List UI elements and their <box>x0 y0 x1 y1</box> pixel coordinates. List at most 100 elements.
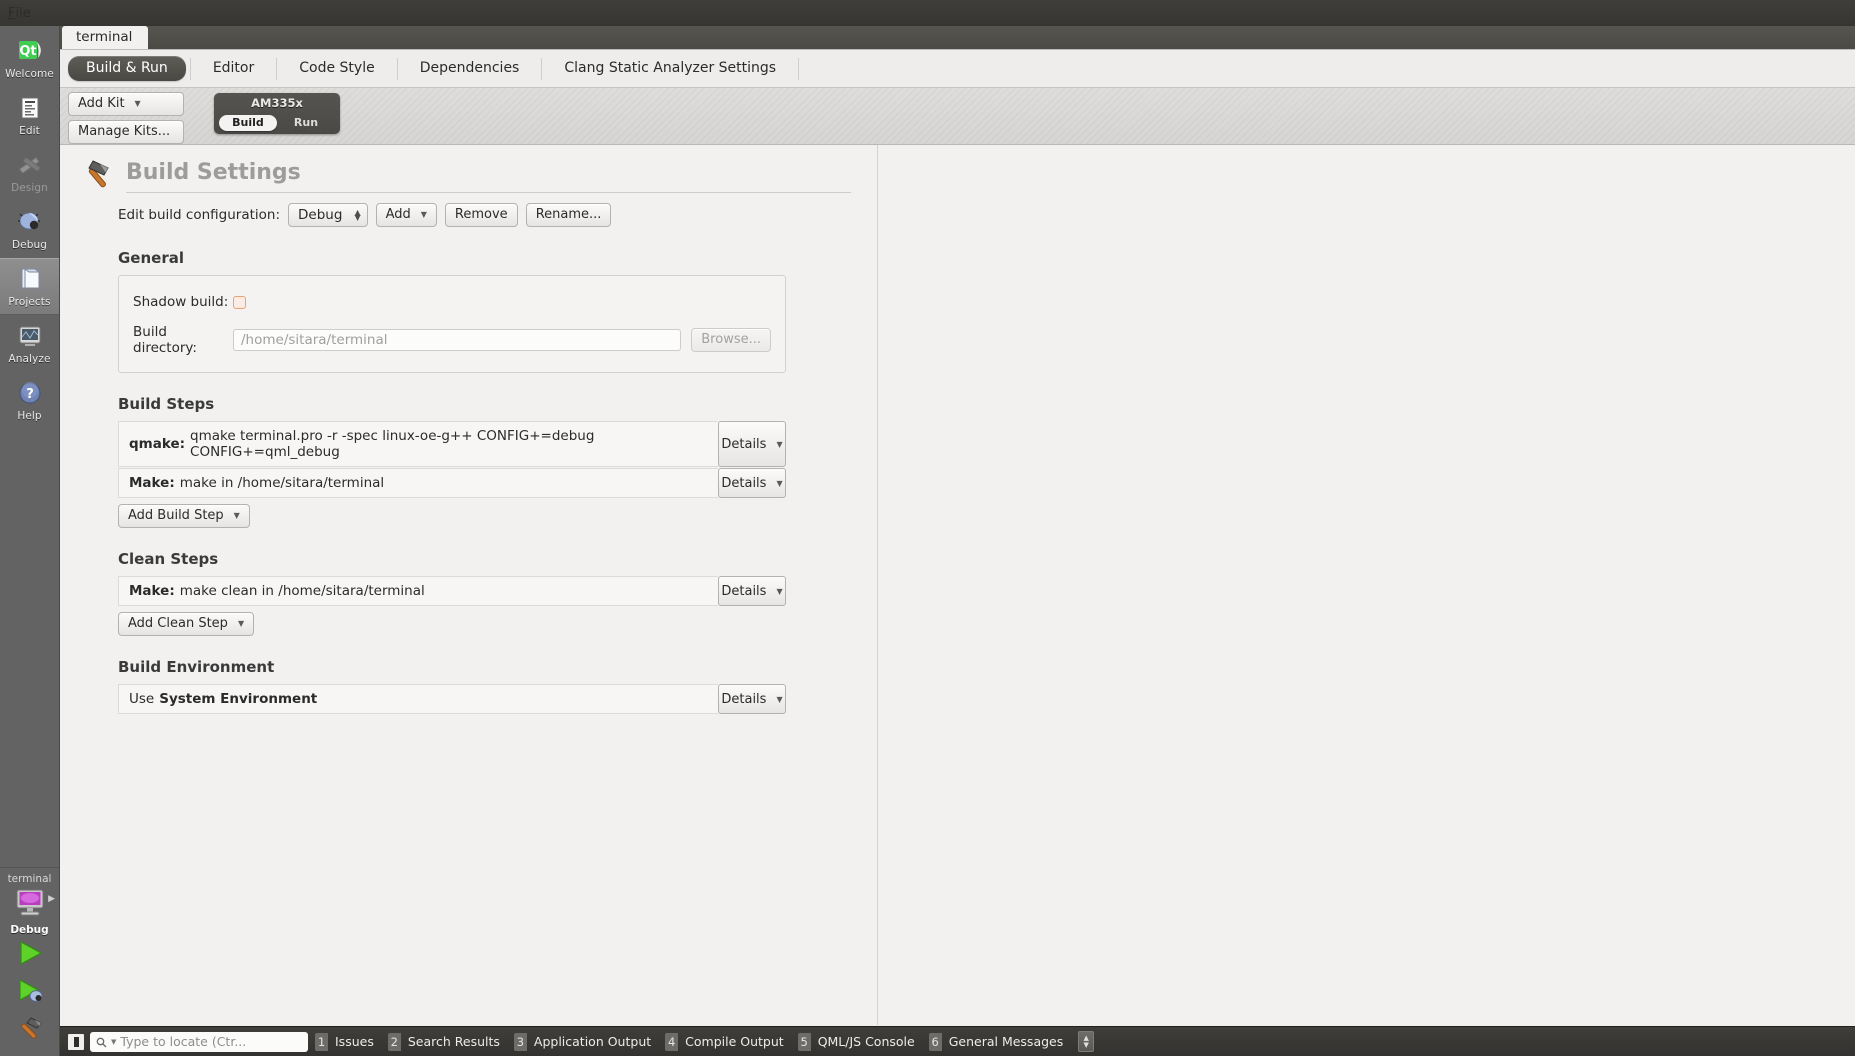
build-step-qmake-details-button[interactable]: Details ▼ <box>718 421 786 467</box>
tab-separator <box>276 57 278 80</box>
tab-separator <box>541 57 543 80</box>
add-build-step-wrapper: Add Build Step ▼ <box>118 504 877 528</box>
oscilloscope-icon <box>17 322 43 350</box>
build-step-qmake-command: qmake terminal.pro -r -spec linux-oe-g++… <box>190 428 595 460</box>
build-step-make-details-button[interactable]: Details ▼ <box>718 468 786 498</box>
build-step-qmake[interactable]: qmake: qmake terminal.pro -r -spec linux… <box>118 421 718 467</box>
manage-kits-label: Manage Kits... <box>78 124 171 139</box>
add-clean-step-button[interactable]: Add Clean Step ▼ <box>118 612 255 636</box>
debug-button[interactable] <box>0 974 59 1012</box>
remove-configuration-button[interactable]: Remove <box>444 203 518 227</box>
build-environment-section-title: Build Environment <box>118 658 275 676</box>
tab-clang-static-analyzer-settings[interactable]: Clang Static Analyzer Settings <box>546 56 794 81</box>
output-pane-general-messages[interactable]: 6 General Messages <box>928 1032 1071 1052</box>
build-button[interactable] <box>0 1012 59 1050</box>
pane-number: 2 <box>387 1032 401 1051</box>
add-build-step-label: Add Build Step <box>128 508 224 523</box>
browse-button[interactable]: Browse... <box>691 328 771 352</box>
kit-buttons: Add Kit ▼ Manage Kits... <box>60 88 184 144</box>
shadow-build-checkbox[interactable] <box>233 295 246 309</box>
project-tab-terminal[interactable]: terminal <box>62 26 149 49</box>
sidebar-item-edit[interactable]: Edit <box>0 87 59 144</box>
add-kit-button[interactable]: Add Kit ▼ <box>68 92 184 116</box>
chevron-down-icon: ▼ <box>134 99 141 108</box>
build-step-make-name: Make: <box>129 475 175 491</box>
kit-segment-row: Build Run <box>219 115 335 131</box>
kit-name: AM335x <box>251 96 303 110</box>
svg-text:Qt: Qt <box>19 44 36 59</box>
pane-label: Issues <box>335 1034 374 1049</box>
add-build-step-button[interactable]: Add Build Step ▼ <box>118 504 250 528</box>
kit-segment-build[interactable]: Build <box>219 115 277 131</box>
toggle-sidebar-icon[interactable] <box>68 1033 84 1050</box>
status-bar: ▼ Type to locate (Ctr... 1 Issues 2 Sear… <box>60 1026 1855 1056</box>
add-configuration-button[interactable]: Add ▼ <box>375 203 437 227</box>
sidebar-item-design[interactable]: Design <box>0 144 59 201</box>
sidebar-item-help[interactable]: ? Help <box>0 372 59 429</box>
build-step-make[interactable]: Make: make in /home/sitara/terminal <box>118 468 718 498</box>
output-pane-issues[interactable]: 1 Issues <box>315 1032 381 1052</box>
main-area: terminal Build & Run Editor Code Style D… <box>60 26 1855 1026</box>
build-environment-row: Use System Environment Details ▼ <box>118 684 786 714</box>
details-label: Details <box>721 583 767 599</box>
general-groupbox: Shadow build: Build directory: /home/sit… <box>118 275 786 373</box>
folder-icon <box>17 265 43 293</box>
tab-editor[interactable]: Editor <box>195 56 272 81</box>
tab-dependencies[interactable]: Dependencies <box>402 56 538 81</box>
clean-step-make-details-button[interactable]: Details ▼ <box>718 576 786 606</box>
clean-steps-list: Make: make clean in /home/sitara/termina… <box>118 576 786 606</box>
rename-configuration-button[interactable]: Rename... <box>525 203 612 227</box>
sidebar-item-projects[interactable]: Projects <box>0 258 59 315</box>
output-pane-search-results[interactable]: 2 Search Results <box>387 1032 507 1052</box>
output-pane-qml-js-console[interactable]: 5 QML/JS Console <box>797 1032 922 1052</box>
run-button[interactable] <box>0 936 59 974</box>
manage-kits-button[interactable]: Manage Kits... <box>68 120 184 144</box>
build-environment-summary[interactable]: Use System Environment <box>118 684 718 714</box>
chevron-right-icon: ▶ <box>48 894 55 904</box>
search-icon <box>96 1036 107 1048</box>
project-settings-tabs: Build & Run Editor Code Style Dependenci… <box>60 50 1855 88</box>
kit-bar: Add Kit ▼ Manage Kits... AM335x Build Ru… <box>60 88 1855 145</box>
kit-run-selector[interactable]: terminal ▶ Debug <box>0 868 59 936</box>
build-directory-input[interactable]: /home/sitara/terminal <box>233 329 682 351</box>
build-environment-prefix: Use <box>129 691 155 707</box>
tab-separator <box>798 57 800 80</box>
spinner-arrows-icon: ▲ ▼ <box>354 208 361 222</box>
pane-label: Compile Output <box>685 1034 784 1049</box>
output-pane-compile-output[interactable]: 4 Compile Output <box>665 1032 791 1052</box>
chevron-down-icon: ▼ <box>237 619 245 628</box>
sidebar-item-debug[interactable]: Debug <box>0 201 59 258</box>
edit-build-configuration-row: Edit build configuration: Debug ▲ ▼ Add ▼… <box>60 193 877 227</box>
output-pane-application-output[interactable]: 3 Application Output <box>513 1032 658 1052</box>
add-configuration-label: Add <box>385 207 411 222</box>
build-configuration-select[interactable]: Debug ▲ ▼ <box>288 203 368 227</box>
chevron-down-icon: ▼ <box>420 210 427 219</box>
clean-step-make-name: Make: <box>129 583 175 599</box>
kit-segment-run[interactable]: Run <box>277 115 335 131</box>
clean-step-row: Make: make clean in /home/sitara/termina… <box>118 576 786 606</box>
tab-code-style[interactable]: Code Style <box>281 56 392 81</box>
kit-card-am335x[interactable]: AM335x Build Run <box>214 93 340 134</box>
edit-build-configuration-label: Edit build configuration: <box>118 207 281 223</box>
sidebar-item-welcome[interactable]: Qt Welcome <box>0 30 59 87</box>
sidebar-item-analyze[interactable]: Analyze <box>0 315 59 372</box>
monitor-icon <box>13 888 47 922</box>
details-label: Details <box>721 436 767 452</box>
sidebar-label-debug: Debug <box>11 239 48 251</box>
chevron-down-icon: ▼ <box>1083 1040 1089 1049</box>
output-pane-spinner[interactable]: ▲ ▼ <box>1078 1031 1095 1052</box>
sidebar-label-design: Design <box>11 182 48 194</box>
locator-input[interactable]: ▼ Type to locate (Ctr... <box>90 1031 308 1052</box>
svg-text:?: ? <box>26 387 34 402</box>
clean-step-make[interactable]: Make: make clean in /home/sitara/termina… <box>118 576 718 606</box>
add-clean-step-wrapper: Add Clean Step ▼ <box>118 612 877 636</box>
tab-build-and-run[interactable]: Build & Run <box>68 56 186 81</box>
build-step-make-command: make in /home/sitara/terminal <box>179 475 385 491</box>
build-environment-list: Use System Environment Details ▼ <box>118 684 786 714</box>
build-steps-list: qmake: qmake terminal.pro -r -spec linux… <box>118 421 786 498</box>
tab-separator <box>396 57 398 80</box>
build-environment-details-button[interactable]: Details ▼ <box>718 684 786 714</box>
build-settings-pane: Build Settings Edit build configuration:… <box>60 145 878 1025</box>
build-directory-label: Build directory: <box>133 324 197 356</box>
